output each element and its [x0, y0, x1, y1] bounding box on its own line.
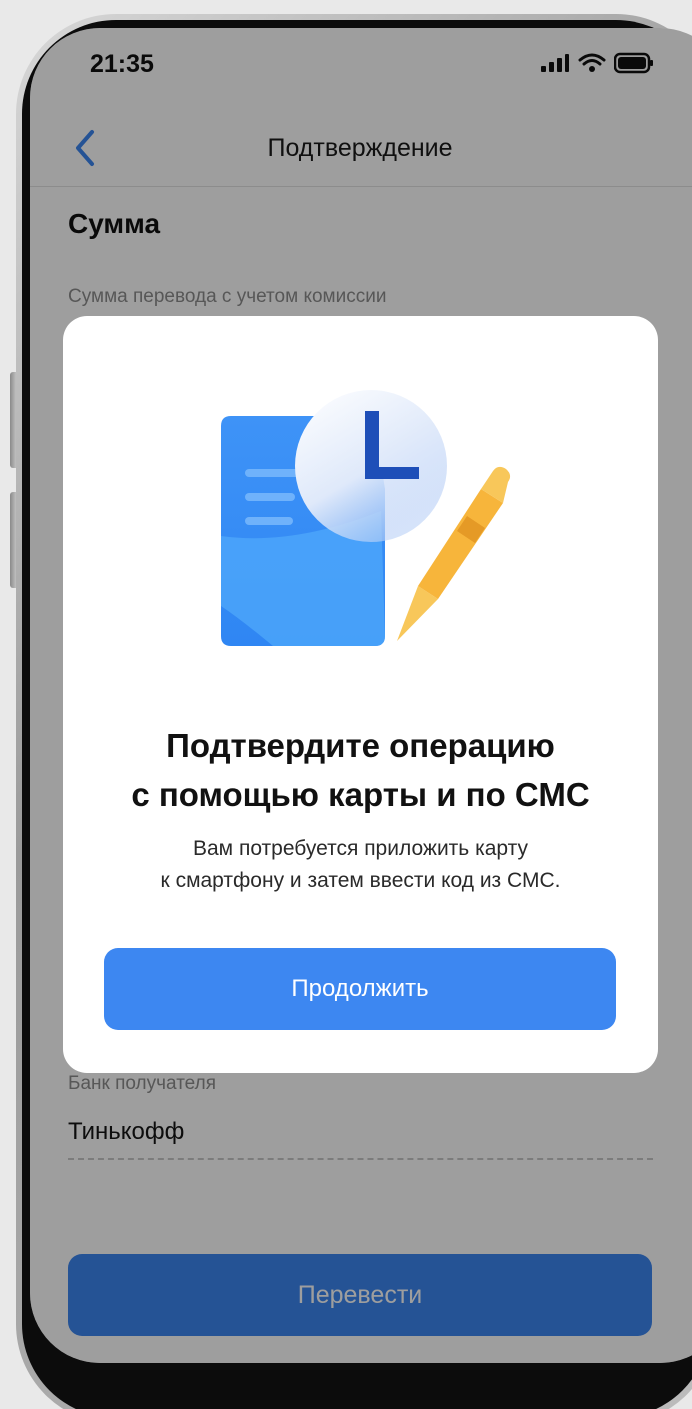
modal-title-line-1: Подтвердите операцию	[166, 727, 555, 764]
clock-icon	[295, 390, 447, 542]
modal-description-line-2: к смартфону и затем ввести код из СМС.	[160, 869, 561, 892]
modal-description: Вам потребуется приложить карту к смартф…	[63, 833, 658, 897]
modal-description-line-1: Вам потребуется приложить карту	[193, 837, 528, 860]
screenshot-stage: 21:35 Подтверждение Сумма Сумма перевода…	[0, 0, 692, 1409]
modal-title: Подтвердите операцию с помощью карты и п…	[63, 721, 658, 819]
confirmation-illustration	[221, 390, 511, 646]
confirmation-modal: Подтвердите операцию с помощью карты и п…	[63, 316, 658, 1073]
phone-screen: 21:35 Подтверждение Сумма Сумма перевода…	[30, 28, 692, 1363]
confirmation-screen: 21:35 Подтверждение Сумма Сумма перевода…	[30, 28, 692, 1363]
modal-title-line-2: с помощью карты и по СМС	[131, 776, 590, 813]
continue-button[interactable]: Продолжить	[104, 948, 616, 1030]
